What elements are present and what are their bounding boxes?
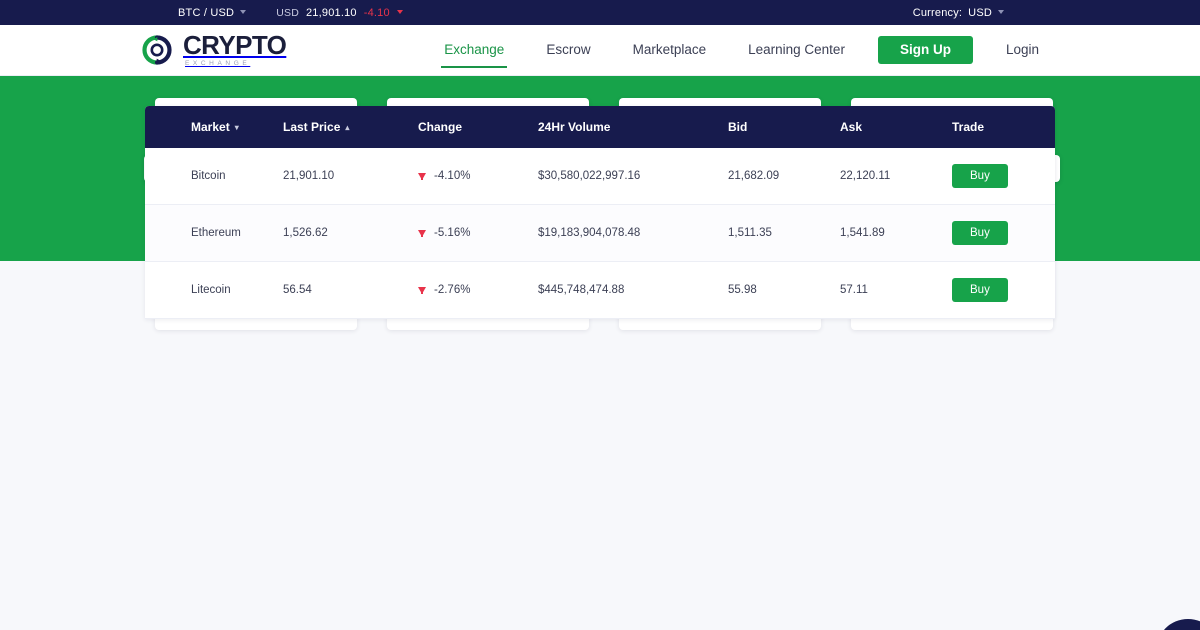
column-header-trade: Trade — [952, 106, 1055, 148]
cell-change: -2.76% — [418, 261, 538, 319]
nav-item-learning-center[interactable]: Learning Center — [727, 35, 866, 65]
nav-item-escrow[interactable]: Escrow — [525, 35, 611, 65]
column-header-ask[interactable]: Ask — [840, 106, 952, 148]
site-header: CRYPTO EXCHANGE Exchange Escrow Marketpl… — [0, 25, 1200, 76]
chevron-down-icon — [240, 10, 247, 14]
column-label: Last Price — [283, 120, 341, 134]
cell-volume: $445,748,474.88 — [538, 261, 728, 319]
cell-change: -5.16% — [418, 204, 538, 262]
logo[interactable]: CRYPTO EXCHANGE — [140, 30, 287, 68]
change-value: -5.16% — [434, 227, 471, 239]
table-row[interactable]: Bitcoin 21,901.10 -4.10% $30,580,022,997.16… — [145, 148, 1055, 205]
nav-item-marketplace[interactable]: Marketplace — [612, 35, 728, 65]
nav-login-link[interactable]: Login — [985, 35, 1060, 65]
page-body: ₿BitcoinMon 25, 2022, 6:59:00Buy21,901.1… — [0, 98, 1200, 630]
cell-bid: 55.98 — [728, 261, 840, 319]
ticker-change: -4.10 — [363, 6, 390, 19]
ticker-quote: USD 21,901.10 -4.10 — [276, 7, 403, 19]
table-body: Bitcoin 21,901.10 -4.10% $30,580,022,997.16… — [145, 148, 1055, 319]
currency-label: Currency: — [912, 6, 963, 19]
cell-bid: 1,511.35 — [728, 204, 840, 262]
table-header-row: Market ▾ Last Price ▴ Change 24Hr Volume B… — [145, 106, 1055, 148]
cell-last-price: 21,901.10 — [283, 148, 418, 205]
market-table: Market ▾ Last Price ▴ Change 24Hr Volume B… — [145, 106, 1055, 319]
nav-item-exchange[interactable]: Exchange — [423, 35, 525, 68]
cell-market: Litecoin — [145, 261, 283, 319]
logo-name: CRYPTO — [183, 30, 287, 61]
caret-down-icon — [396, 10, 403, 14]
column-header-change[interactable]: Change — [418, 106, 538, 148]
column-header-volume[interactable]: 24Hr Volume — [538, 106, 728, 148]
column-header-bid[interactable]: Bid — [728, 106, 840, 148]
logo-tagline: EXCHANGE — [185, 60, 251, 68]
row-buy-button[interactable]: Buy — [952, 278, 1008, 302]
currency-value: USD — [968, 6, 992, 19]
arrow-down-icon — [418, 229, 426, 237]
sort-asc-icon: ▴ — [345, 123, 350, 133]
nav-signup-button[interactable]: Sign Up — [877, 36, 973, 64]
chat-widget-button[interactable] — [1156, 619, 1200, 630]
table-row[interactable]: Litecoin 56.54 -2.76% $445,748,474.88 55.98 5… — [145, 261, 1055, 319]
cell-volume: $19,183,904,078.48 — [538, 204, 728, 262]
arrow-down-icon — [418, 286, 426, 294]
crypto-refresh-icon — [140, 33, 174, 67]
column-header-market[interactable]: Market ▾ — [145, 106, 283, 148]
ticker-price: 21,901.10 — [305, 6, 357, 19]
row-buy-button[interactable]: Buy — [952, 164, 1008, 188]
cell-change: -4.10% — [418, 148, 538, 205]
row-buy-button[interactable]: Buy — [952, 221, 1008, 245]
arrow-down-icon — [418, 172, 426, 180]
cell-market: Bitcoin — [145, 148, 283, 205]
cell-ask: 57.11 — [840, 261, 952, 319]
currency-selector[interactable]: Currency: USD — [913, 7, 1004, 19]
pair-selector[interactable]: BTC / USD — [178, 6, 247, 19]
sort-desc-icon: ▾ — [234, 123, 239, 133]
cell-trade: Buy — [952, 148, 1055, 205]
column-header-last-price[interactable]: Last Price ▴ — [283, 106, 418, 148]
cell-trade: Buy — [952, 204, 1055, 262]
change-value: -2.76% — [434, 284, 471, 296]
cell-trade: Buy — [952, 261, 1055, 319]
change-value: -4.10% — [434, 170, 471, 182]
ticker-bar: BTC / USD USD 21,901.10 -4.10 Currency: … — [0, 0, 1200, 25]
cell-bid: 21,682.09 — [728, 148, 840, 205]
cell-ask: 1,541.89 — [840, 204, 952, 262]
cell-market: Ethereum — [145, 204, 283, 262]
pair-label: BTC / USD — [178, 6, 235, 19]
cell-last-price: 1,526.62 — [283, 204, 418, 262]
cell-ask: 22,120.11 — [840, 148, 952, 205]
chevron-down-icon — [998, 10, 1004, 14]
table-row[interactable]: Ethereum 1,526.62 -5.16% $19,183,904,078.48… — [145, 204, 1055, 262]
logo-text: CRYPTO EXCHANGE — [183, 30, 287, 68]
ticker-center-group: BTC / USD USD 21,901.10 -4.10 — [178, 7, 403, 19]
main-nav: Exchange Escrow Marketplace Learning Cen… — [423, 35, 1060, 68]
cell-last-price: 56.54 — [283, 261, 418, 319]
column-label: Market — [191, 120, 230, 134]
ticker-currency-code: USD — [276, 6, 299, 19]
cell-volume: $30,580,022,997.16 — [538, 148, 728, 205]
